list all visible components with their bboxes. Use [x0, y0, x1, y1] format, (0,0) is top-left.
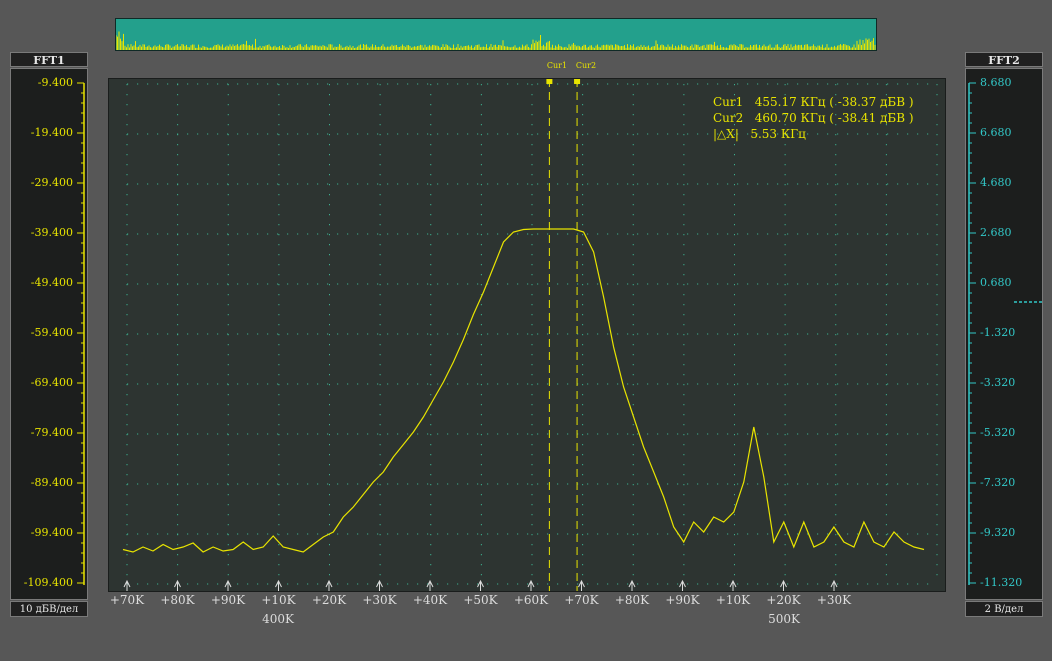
x-major-label: 500K — [768, 612, 800, 626]
x-tick-label: +30K — [362, 593, 397, 607]
x-tick-label: +10K — [715, 593, 751, 607]
right-axis-tick-label: 0.680 — [980, 276, 1012, 289]
left-axis-tick-label: -109.400 — [23, 576, 73, 589]
left-axis-tick-label: -9.400 — [37, 76, 73, 89]
x-major-label: 400K — [262, 612, 294, 626]
left-axis-tick-label: -19.400 — [30, 126, 73, 139]
x-tick-label: +30K — [816, 593, 852, 607]
left-axis-tick-label: -49.400 — [30, 276, 73, 289]
x-tick-label: +80K — [160, 593, 195, 607]
x-tick-label: +60K — [513, 593, 549, 607]
spectrum-canvas — [122, 79, 938, 591]
left-axis-tick-label: -29.400 — [30, 176, 73, 189]
spectrum-trace — [122, 228, 925, 553]
right-axis-tick-label: -7.320 — [980, 476, 1016, 489]
cursor2-tag[interactable]: Cur2 — [576, 61, 596, 70]
left-axis-tick-label: -39.400 — [30, 226, 73, 239]
cursor1-readout: Cur1 455.17 КГц ( -38.37 дБВ ) — [713, 95, 914, 109]
x-tick-label: +40K — [412, 593, 448, 607]
x-tick-label: +50K — [463, 593, 498, 607]
right-axis-tick-label: 2.680 — [980, 226, 1012, 239]
overview-spectrum — [116, 31, 876, 50]
cursor-handle-1 — [546, 79, 553, 84]
left-axis-tick-label: -89.400 — [30, 476, 73, 489]
right-axis-tick-label: 6.680 — [980, 126, 1012, 139]
x-tick-label: +90K — [210, 593, 246, 607]
right-axis-tick-label: -9.320 — [980, 526, 1016, 539]
left-axis-panel[interactable]: -9.400 -19.400 -29.400 -39.400 -49.400 -59.40… — [10, 68, 88, 600]
right-axis-tick-label: -3.320 — [980, 376, 1016, 389]
left-axis-title[interactable]: FFT1 — [10, 52, 88, 67]
right-axis-tick-label: -11.320 — [980, 576, 1023, 589]
x-tick-label: +10K — [261, 593, 296, 607]
right-axis-tick-label: -5.320 — [980, 426, 1016, 439]
right-axis-title[interactable]: FFT2 — [965, 52, 1043, 67]
delta-readout: |△X| 5.53 КГц — [713, 127, 806, 141]
left-axis-tick-label: -99.400 — [30, 526, 73, 539]
x-tick-label: +20K — [766, 593, 801, 607]
left-axis-tick-label: -59.400 — [30, 326, 73, 339]
x-tick-label: +20K — [311, 593, 347, 607]
spectrum-plot[interactable]: Cur1 455.17 КГц ( -38.37 дБВ ) Cur2 460.… — [108, 78, 946, 592]
x-tick-label: +70K — [109, 593, 145, 607]
x-tick-label: +70K — [564, 593, 599, 607]
left-axis-tick-label: -69.400 — [30, 376, 73, 389]
x-tick-label: +80K — [614, 593, 650, 607]
cursor2-readout: Cur2 460.70 КГц ( -38.41 дБВ ) — [713, 111, 914, 125]
right-axis-tick-label: 8.680 — [980, 76, 1012, 89]
cursor-handle-2 — [574, 79, 581, 84]
right-axis-tick-label: 4.680 — [980, 176, 1012, 189]
overview-strip[interactable] — [115, 18, 877, 51]
cursor1-tag[interactable]: Cur1 — [547, 61, 567, 70]
right-axis-panel[interactable]: 8.680 6.680 4.680 2.680 0.680 -1.320 -3.320 -5.… — [965, 68, 1043, 600]
x-tick-label: +90K — [665, 593, 700, 607]
left-axis-scale[interactable]: 10 дБВ/дел — [10, 601, 88, 617]
left-axis-tick-label: -79.400 — [30, 426, 73, 439]
right-axis-scale[interactable]: 2 В/дел — [965, 601, 1043, 617]
right-axis-tick-label: -1.320 — [980, 326, 1016, 339]
